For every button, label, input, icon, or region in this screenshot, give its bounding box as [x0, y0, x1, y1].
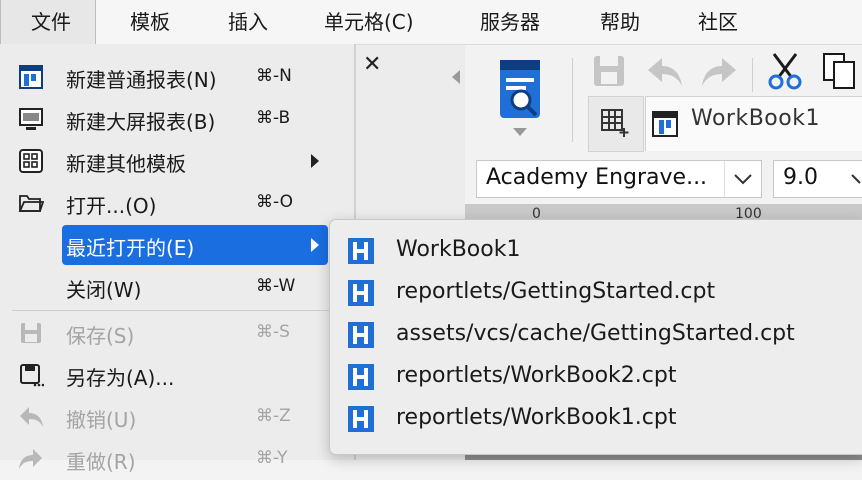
menu-item-label: 保存(S) — [66, 324, 135, 348]
save-as-icon — [20, 364, 44, 387]
menu-community[interactable]: 社区 — [698, 0, 738, 44]
recent-file-label: WorkBook1 — [396, 237, 521, 262]
new-report-icon — [19, 65, 43, 89]
chevron-down-icon[interactable] — [846, 161, 862, 197]
recent-file-label: assets/vcs/cache/GettingStarted.cpt — [396, 321, 795, 346]
submenu-arrow-icon — [311, 154, 319, 168]
menu-item-new-report[interactable]: 新建普通报表(N) ⌘-N — [0, 56, 354, 98]
menu-item-undo[interactable]: 撤销(U) ⌘-Z — [0, 396, 354, 438]
menu-item-close[interactable]: 关闭(W) ⌘-W — [0, 266, 354, 308]
menu-file-label: 文件 — [31, 10, 71, 34]
submenu-arrow-icon — [311, 238, 319, 252]
menu-item-shortcut: ⌘-B — [256, 108, 291, 128]
menu-item-label: 打开...(O) — [66, 194, 157, 218]
undo-icon — [20, 407, 43, 427]
report-file-icon — [348, 406, 374, 432]
toolbar-redo-icon[interactable] — [698, 54, 738, 88]
panel-toggle-arrow-icon[interactable] — [452, 70, 460, 84]
menu-item-save[interactable]: 保存(S) ⌘-S — [0, 312, 354, 354]
recent-file-label: reportlets/GettingStarted.cpt — [396, 279, 716, 304]
menu-template[interactable]: 模板 — [130, 0, 170, 44]
template-grid-icon — [19, 149, 43, 173]
report-file-icon — [348, 364, 374, 390]
menu-item-shortcut: ⌘-Y — [256, 448, 288, 468]
monitor-icon — [19, 108, 43, 130]
font-size-select[interactable]: 9.0 — [773, 160, 862, 198]
save-icon — [21, 323, 41, 343]
grid-plus-icon — [601, 109, 629, 137]
toolbar-separator — [572, 58, 573, 142]
menu-item-label: 重做(R) — [66, 450, 136, 474]
menu-item-recent[interactable]: 最近打开的(E) — [0, 224, 354, 266]
recent-file-label: reportlets/WorkBook2.cpt — [396, 363, 677, 388]
column-ruler — [465, 204, 862, 220]
workbook-file-icon — [652, 111, 678, 137]
report-file-icon — [348, 238, 374, 264]
menu-item-label: 最近打开的(E) — [66, 236, 195, 260]
recent-file-item[interactable]: reportlets/WorkBook1.cpt — [330, 397, 862, 439]
menu-item-save-as[interactable]: 另存为(A)... — [0, 354, 354, 396]
recent-file-item[interactable]: reportlets/GettingStarted.cpt — [330, 271, 862, 313]
toolbar-copy-icon[interactable] — [822, 52, 856, 90]
report-file-icon — [348, 280, 374, 306]
menu-bar: 文件 模板 插入 单元格(C) 服务器 帮助 社区 — [0, 0, 862, 45]
redo-icon — [19, 449, 42, 469]
recent-file-item[interactable]: assets/vcs/cache/GettingStarted.cpt — [330, 313, 862, 355]
report-file-icon — [348, 322, 374, 348]
menu-item-label: 新建其他模板 — [66, 152, 186, 176]
menu-server[interactable]: 服务器 — [480, 0, 540, 44]
menu-item-shortcut: ⌘-N — [256, 66, 292, 86]
menu-item-redo[interactable]: 重做(R) ⌘-Y — [0, 438, 354, 480]
menu-item-label: 另存为(A)... — [66, 366, 175, 390]
menu-item-label: 关闭(W) — [66, 278, 142, 302]
menu-file[interactable]: 文件 — [0, 0, 96, 44]
menu-item-new-other-template[interactable]: 新建其他模板 — [0, 140, 354, 182]
menu-item-label: 新建普通报表(N) — [66, 68, 217, 92]
font-size-value: 9.0 — [783, 165, 818, 190]
menu-item-shortcut: ⌘-O — [256, 192, 293, 212]
menu-item-label: 撤销(U) — [66, 408, 137, 432]
font-family-select[interactable]: Academy Engrave... — [476, 160, 762, 198]
toolbar-cut-icon[interactable] — [766, 52, 804, 90]
menu-item-open[interactable]: 打开...(O) ⌘-O — [0, 182, 354, 224]
menu-item-label: 新建大屏报表(B) — [66, 110, 216, 134]
menu-item-shortcut: ⌘-W — [256, 276, 296, 296]
collapse-icon[interactable]: ✕ — [363, 52, 381, 77]
recent-file-item[interactable]: reportlets/WorkBook2.cpt — [330, 355, 862, 397]
font-family-value: Academy Engrave... — [486, 165, 708, 190]
menu-insert[interactable]: 插入 — [228, 0, 268, 44]
menu-help[interactable]: 帮助 — [600, 0, 640, 44]
menu-item-shortcut: ⌘-Z — [256, 406, 291, 426]
menu-divider — [12, 310, 342, 311]
recent-files-submenu: WorkBook1 reportlets/GettingStarted.cpt … — [329, 219, 862, 455]
recent-file-item[interactable]: WorkBook1 — [330, 229, 862, 271]
toolbar-undo-icon[interactable] — [646, 54, 686, 88]
menu-item-shortcut: ⌘-S — [256, 322, 290, 342]
folder-open-icon — [18, 195, 44, 212]
recent-file-label: reportlets/WorkBook1.cpt — [396, 405, 677, 430]
menu-item-new-dashboard[interactable]: 新建大屏报表(B) ⌘-B — [0, 98, 354, 140]
workbook-tab-label: WorkBook1 — [691, 106, 820, 131]
file-menu: 新建普通报表(N) ⌘-N 新建大屏报表(B) ⌘-B 新建其他模板 打开...… — [0, 44, 355, 474]
chevron-down-icon[interactable] — [724, 161, 761, 197]
toolbar-save-icon[interactable] — [592, 54, 628, 88]
preview-report-icon[interactable] — [497, 58, 543, 138]
toolbar-separator — [752, 58, 753, 92]
menu-cell[interactable]: 单元格(C) — [324, 0, 414, 44]
